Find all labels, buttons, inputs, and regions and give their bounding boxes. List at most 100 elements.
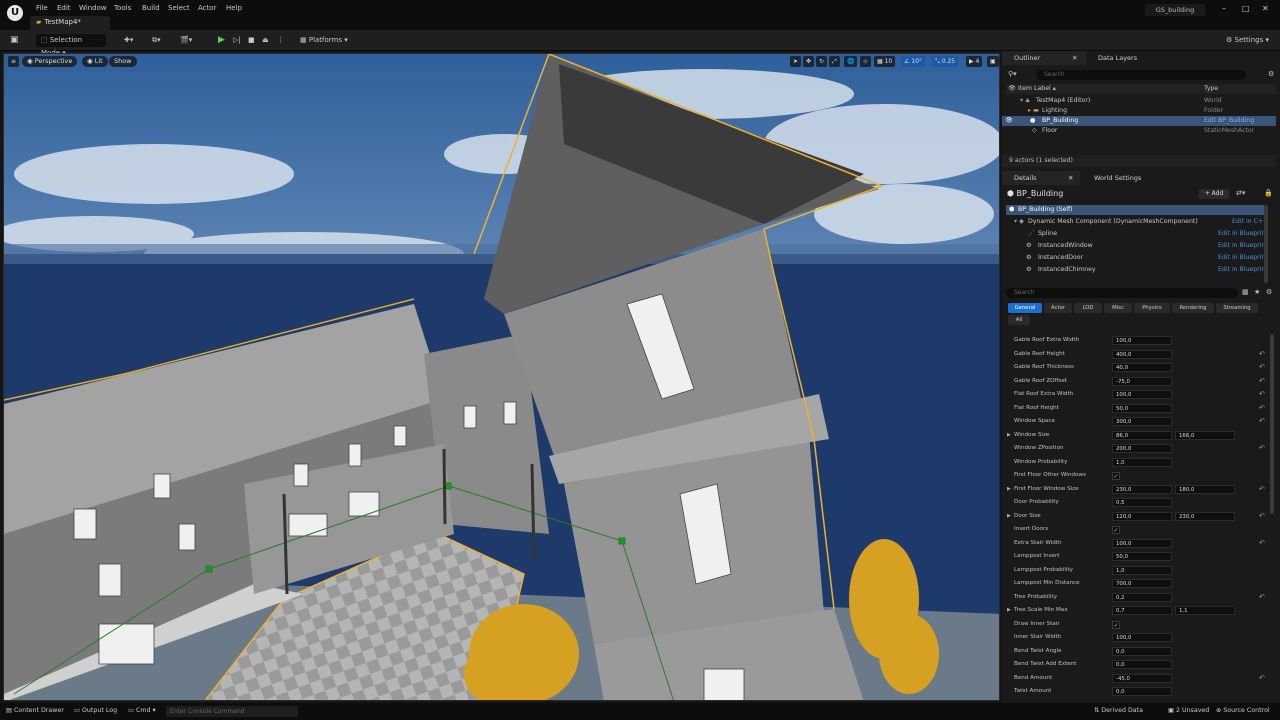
outliner-row-bp-building[interactable]: 👁 ● BP_Building Edit BP_Building (1002, 116, 1276, 126)
property-value-field-2[interactable]: 180,0 (1175, 484, 1235, 494)
selection-mode-dropdown[interactable]: ⬚ Selection Mode ▾ (36, 34, 106, 57)
category-all[interactable]: All (1008, 315, 1030, 325)
menu-actor[interactable]: Actor (198, 4, 216, 12)
components-scrollbar[interactable] (1264, 205, 1268, 283)
cmd-dropdown[interactable]: ▭ Cmd ▾ (128, 707, 156, 714)
component-action-link[interactable]: Edit in Blueprint (1218, 265, 1268, 275)
outliner-row-world[interactable]: ▾ ⛰ TestMap4 (Editor) World (1006, 96, 1276, 106)
close-button[interactable]: ✕ (1262, 4, 1269, 13)
menu-build[interactable]: Build (142, 4, 160, 12)
property-checkbox[interactable]: ✓ (1112, 526, 1120, 534)
blueprint-icon[interactable]: ⧉▾ (152, 34, 161, 47)
details-scrollbar[interactable] (1270, 334, 1274, 514)
component-self[interactable]: ⬢ BP_Building (Self) (1006, 205, 1264, 215)
component-instanced-door[interactable]: ⚙ InstancedDoor Edit in Blueprint (1006, 253, 1276, 263)
close-icon[interactable]: ✕ (1068, 171, 1073, 185)
maximize-button[interactable]: □ (1242, 4, 1250, 13)
property-value-field[interactable]: -45,0 (1112, 673, 1172, 683)
filter-icon[interactable]: ⚲▾ (1008, 70, 1017, 78)
maximize-viewport-icon[interactable]: ▣ (987, 56, 999, 67)
component-instanced-window[interactable]: ⚙ InstancedWindow Edit in Blueprint (1006, 241, 1276, 251)
item-label-header[interactable]: Item Label ▴ (1018, 84, 1056, 94)
menu-window[interactable]: Window (79, 4, 107, 12)
property-value-field[interactable]: 400,0 (1112, 349, 1172, 359)
scale-snap-value[interactable]: ⤡ 0.25 (932, 56, 959, 67)
derived-data-button[interactable]: ⇅ Derived Data (1094, 707, 1143, 714)
minimize-button[interactable]: – (1222, 4, 1226, 13)
play-options-icon[interactable]: ⋮ (277, 34, 284, 47)
source-control-button[interactable]: ⊕ Source Control (1216, 707, 1270, 714)
level-viewport[interactable]: ≡ ◉ Perspective ◉ Lit Show ➤ ✥ ↻ ⤢ 🌐 ⊹ ▦… (3, 53, 1000, 701)
move-tool-icon[interactable]: ✥ (803, 56, 815, 67)
property-value-field-2[interactable]: 166,0 (1175, 430, 1235, 440)
property-value-field[interactable]: 0,0 (1112, 646, 1172, 656)
outliner-row-floor[interactable]: ◇ Floor StaticMeshActor (1006, 126, 1276, 136)
property-value-field[interactable]: 100,0 (1112, 538, 1172, 548)
level-tab[interactable]: ▰ TestMap4* (30, 16, 110, 30)
content-drawer-button[interactable]: ▤ Content Drawer (6, 707, 64, 714)
property-value-field[interactable]: 40,0 (1112, 363, 1172, 372)
property-value-field-2[interactable]: 1,1 (1175, 606, 1235, 615)
expand-arrow-icon[interactable]: ▶ (1007, 483, 1011, 497)
save-icon[interactable]: ▣ (10, 34, 19, 47)
viewport-scene[interactable] (4, 54, 1000, 701)
property-value-field[interactable]: 0,0 (1112, 660, 1172, 669)
play-icon[interactable]: ▶ (218, 34, 225, 47)
menu-edit[interactable]: Edit (57, 4, 71, 12)
scale-tool-icon[interactable]: ⤢ (829, 56, 840, 67)
unsaved-button[interactable]: ▣ 2 Unsaved (1168, 707, 1209, 714)
reset-to-default-icon[interactable]: ↶ (1259, 591, 1265, 604)
perspective-button[interactable]: ◉ Perspective (22, 56, 78, 67)
reset-to-default-icon[interactable]: ↶ (1259, 483, 1265, 496)
reset-to-default-icon[interactable]: ↶ (1259, 415, 1265, 428)
property-matrix-icon[interactable]: ▦ (1242, 288, 1249, 296)
category-actor[interactable]: Actor (1044, 303, 1072, 313)
grid-snap-value[interactable]: ▦ 10 (874, 56, 896, 67)
property-value-field[interactable]: 0,7 (1112, 606, 1172, 615)
property-value-field[interactable]: 300,0 (1112, 417, 1172, 426)
step-icon[interactable]: ▷| (233, 34, 241, 47)
tab-data-layers[interactable]: Data Layers (1086, 51, 1166, 65)
component-spline[interactable]: ⋰ Spline Edit in Blueprint (1006, 229, 1276, 239)
console-input[interactable]: Enter Console Command (166, 706, 298, 717)
category-rendering[interactable]: Rendering (1172, 303, 1214, 313)
expand-arrow-icon[interactable]: ▶ (1007, 510, 1011, 524)
rotation-snap-value[interactable]: ∠ 10° (901, 56, 925, 67)
expand-arrow-icon[interactable]: ▶ (1007, 604, 1011, 618)
category-streaming[interactable]: Streaming (1216, 303, 1258, 313)
property-value-field[interactable]: 700,0 (1112, 579, 1172, 588)
component-action-link[interactable]: Edit in Blueprint (1218, 229, 1268, 239)
property-checkbox[interactable]: ✓ (1112, 472, 1120, 480)
camera-speed-value[interactable]: ▶ 4 (966, 56, 983, 67)
outliner-row-lighting[interactable]: ▸ ▬ Lighting Folder (1006, 106, 1276, 116)
component-dynamic-mesh[interactable]: ▾ ◆ Dynamic Mesh Component (DynamicMeshC… (1006, 217, 1276, 227)
menu-file[interactable]: File (36, 4, 48, 12)
platforms-dropdown[interactable]: ▦ Platforms ▾ (300, 34, 348, 47)
reset-to-default-icon[interactable]: ↶ (1259, 361, 1265, 374)
outliner-search-input[interactable]: Search (1036, 70, 1246, 80)
property-value-field[interactable]: 100,0 (1112, 390, 1172, 399)
reset-to-default-icon[interactable]: ↶ (1259, 402, 1265, 415)
component-action-link[interactable]: Edit in Blueprint (1218, 241, 1268, 251)
blueprint-options-icon[interactable]: ⇄▾ (1236, 189, 1245, 197)
world-space-icon[interactable]: 🌐 (844, 56, 858, 67)
visibility-icon[interactable]: 👁 (1005, 116, 1013, 126)
add-content-icon[interactable]: ✚▾ (124, 34, 133, 47)
outliner-settings-icon[interactable]: ⚙ (1268, 70, 1274, 78)
category-physics[interactable]: Physics (1134, 303, 1170, 313)
cinematics-icon[interactable]: 🎬▾ (180, 34, 192, 47)
property-value-field[interactable]: 50,0 (1112, 403, 1172, 413)
stop-icon[interactable]: ■ (248, 34, 255, 47)
close-icon[interactable]: ✕ (1072, 51, 1077, 65)
rotate-tool-icon[interactable]: ↻ (816, 56, 828, 67)
property-value-field[interactable]: 0,0 (1112, 687, 1172, 696)
property-value-field[interactable]: 100,0 (1112, 633, 1172, 642)
category-misc[interactable]: Misc (1104, 303, 1132, 313)
property-value-field[interactable]: 0,2 (1112, 592, 1172, 602)
property-value-field[interactable]: 1,0 (1112, 565, 1172, 575)
property-value-field[interactable]: 1,0 (1112, 457, 1172, 467)
property-value-field[interactable]: 120,0 (1112, 511, 1172, 521)
tab-details[interactable]: Details ✕ (1002, 171, 1080, 185)
expand-arrow-icon[interactable]: ▶ (1007, 429, 1011, 443)
menu-tools[interactable]: Tools (114, 4, 131, 12)
